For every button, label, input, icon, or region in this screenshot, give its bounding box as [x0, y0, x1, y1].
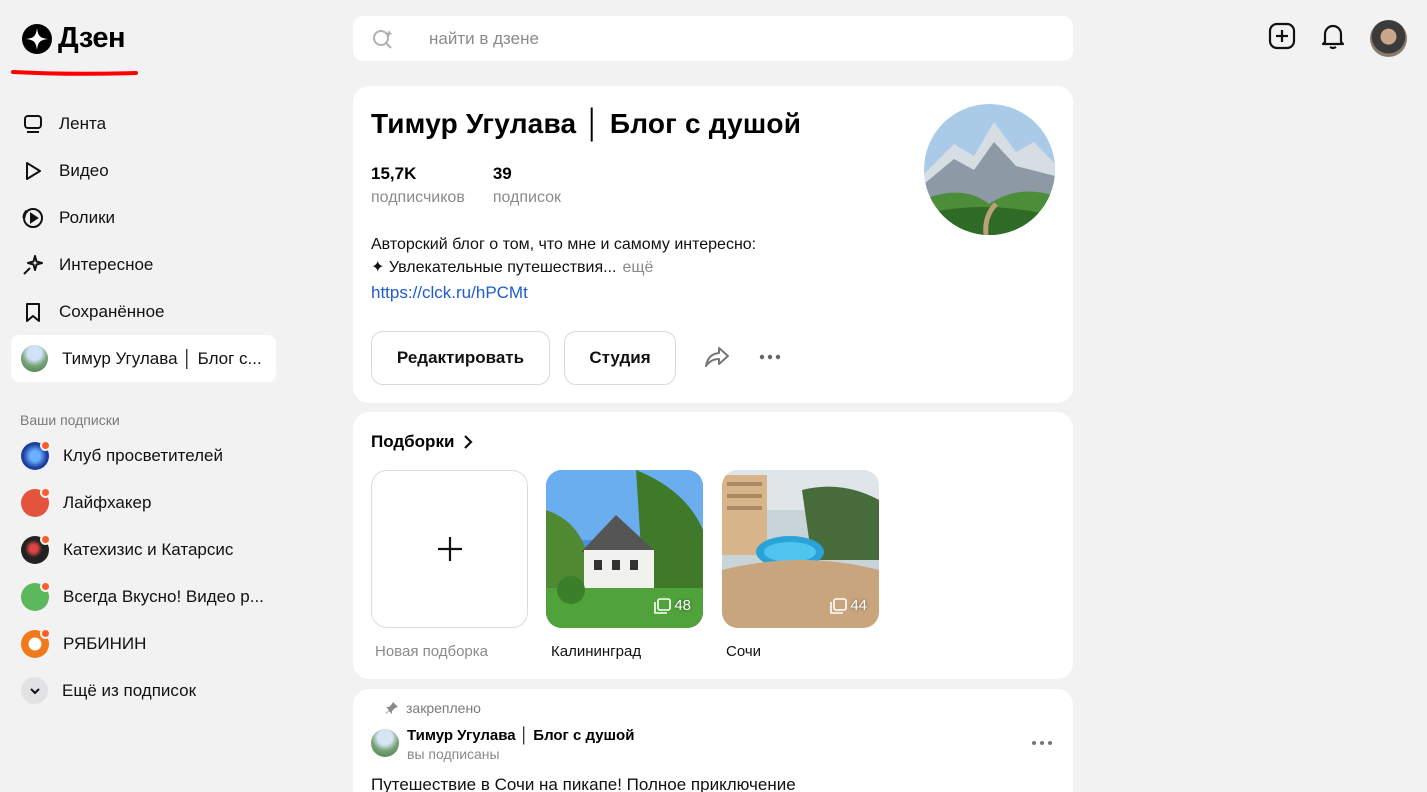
zen-logo[interactable]: Дзен [22, 22, 126, 55]
subscribers-count: 15,7K [371, 164, 417, 183]
logo-underline [11, 70, 138, 76]
edit-button[interactable]: Редактировать [371, 331, 550, 385]
subscriptions-stat[interactable]: 39 подписок [493, 164, 561, 207]
sidebar-item-label: Ролики [59, 207, 116, 227]
chevron-down-icon [21, 677, 48, 704]
collections-title: Подборки [371, 432, 455, 451]
new-content-dot [40, 580, 51, 592]
collection-tile-kaliningrad[interactable]: 48 [546, 470, 703, 628]
pin-icon [386, 702, 398, 714]
post-subscription-status: вы подписаны [407, 746, 500, 762]
subscription-avatar [21, 533, 51, 564]
more-options-icon[interactable] [1031, 734, 1053, 752]
sidebar-item-label: Тимур Угулава │ Блог с... [62, 348, 262, 368]
collections-card: Подборки 48 44 Новая подборка Калинингра… [353, 412, 1073, 679]
collections-header[interactable]: Подборки [371, 432, 474, 452]
user-avatar[interactable] [1370, 20, 1407, 57]
subscription-item[interactable]: Всегда Вкусно! Видео р... [11, 573, 276, 620]
sidebar-nav: Лента Видео Ролики Интересное Сохранённо… [11, 100, 276, 382]
feed-icon [21, 112, 45, 136]
shorts-icon [21, 206, 45, 230]
subscribers-stat[interactable]: 15,7K подписчиков [371, 164, 465, 207]
notifications-button[interactable] [1320, 22, 1346, 55]
zen-logo-icon [22, 23, 52, 54]
brand-name: Дзен [58, 22, 126, 54]
sparkle-icon [21, 253, 45, 277]
chevron-right-icon [464, 435, 473, 449]
subscriptions-list: Клуб просветителей Лайфхакер Катехизис и… [11, 432, 276, 714]
channel-link[interactable]: https://clck.ru/hPCMt [371, 283, 528, 303]
new-collection-label: Новая подборка [375, 643, 489, 660]
subscription-avatar [21, 580, 51, 611]
plus-square-icon [1268, 22, 1296, 50]
subscription-avatar [21, 627, 51, 658]
subscription-label: Катехизис и Катарсис [63, 539, 234, 559]
subscription-avatar [21, 439, 51, 470]
sidebar-item-label: Видео [59, 160, 109, 180]
sidebar-item-label: Лента [59, 113, 107, 133]
collection-name[interactable]: Калининград [551, 643, 641, 660]
description-line: Авторский блог о том, что мне и самому и… [371, 236, 757, 253]
subscription-label: РЯБИНИН [63, 633, 147, 653]
search-icon [373, 30, 393, 49]
subscription-item[interactable]: РЯБИНИН [11, 620, 276, 667]
description-line: ✦ Увлекательные путешествия... [371, 259, 617, 276]
collection-tile-sochi[interactable]: 44 [722, 470, 879, 628]
post-author-avatar[interactable] [371, 729, 399, 757]
channel-avatar-large [924, 104, 1055, 235]
subscription-label: Клуб просветителей [63, 445, 223, 465]
channel-profile-card: Тимур Угулава │ Блог с душой 15,7K подпи… [353, 86, 1073, 403]
studio-button[interactable]: Студия [564, 331, 676, 385]
sidebar-item-saved[interactable]: Сохранённое [11, 288, 276, 335]
bell-icon [1321, 24, 1345, 50]
sidebar-item-feed[interactable]: Лента [11, 100, 276, 147]
create-post-button[interactable] [1268, 22, 1296, 55]
post-title[interactable]: Путешествие в Сочи на пикапе! Полное при… [371, 775, 796, 792]
pinned-post-card[interactable]: закреплено Тимур Угулава │ Блог с душой … [353, 689, 1073, 792]
more-subscriptions-label: Ещё из подписок [62, 680, 197, 700]
collection-count: 48 [654, 597, 691, 614]
subscription-avatar [21, 486, 51, 517]
subscriptions-heading: Ваши подписки [20, 412, 120, 428]
channel-stats: 15,7K подписчиков 39 подписок [371, 164, 561, 207]
more-subscriptions-button[interactable]: Ещё из подписок [11, 667, 276, 714]
sidebar-item-label: Сохранённое [59, 301, 165, 321]
sidebar-item-label: Интересное [59, 254, 154, 274]
share-icon[interactable] [703, 344, 731, 370]
channel-avatar [21, 345, 48, 372]
collection-count: 44 [830, 597, 867, 614]
play-icon [21, 159, 45, 183]
post-author[interactable]: Тимур Угулава │ Блог с душой [407, 727, 634, 744]
new-content-dot [40, 627, 51, 639]
stack-icon [654, 597, 672, 614]
subscription-item[interactable]: Лайфхакер [11, 479, 276, 526]
sidebar-item-shorts[interactable]: Ролики [11, 194, 276, 241]
pinned-label: закреплено [385, 700, 481, 716]
new-content-dot [40, 533, 51, 545]
subscriptions-label: подписок [492, 189, 562, 206]
subscriptions-count: 39 [492, 164, 512, 183]
subscription-item[interactable]: Катехизис и Катарсис [11, 526, 276, 573]
subscription-label: Лайфхакер [63, 492, 152, 512]
subscription-item[interactable]: Клуб просветителей [11, 432, 276, 479]
new-collection-tile[interactable] [371, 470, 528, 628]
plus-icon [437, 537, 462, 561]
sidebar-item-channel[interactable]: Тимур Угулава │ Блог с... [11, 335, 276, 382]
sidebar-item-interesting[interactable]: Интересное [11, 241, 276, 288]
search-bar[interactable] [353, 16, 1073, 61]
more-options-icon[interactable] [758, 344, 782, 370]
stack-icon [830, 597, 848, 614]
bookmark-icon [21, 300, 45, 324]
new-content-dot [40, 486, 51, 498]
search-input[interactable] [429, 28, 1029, 49]
sidebar-item-video[interactable]: Видео [11, 147, 276, 194]
new-content-dot [40, 439, 51, 451]
channel-title: Тимур Угулава │ Блог с душой [371, 108, 802, 139]
subscribers-label: подписчиков [371, 189, 465, 206]
collection-name[interactable]: Сочи [726, 643, 761, 660]
channel-description: Авторский блог о том, что мне и самому и… [371, 233, 756, 279]
description-more-link[interactable]: ещё [622, 259, 653, 276]
subscription-label: Всегда Вкусно! Видео р... [63, 586, 264, 606]
header-actions [1268, 20, 1407, 57]
